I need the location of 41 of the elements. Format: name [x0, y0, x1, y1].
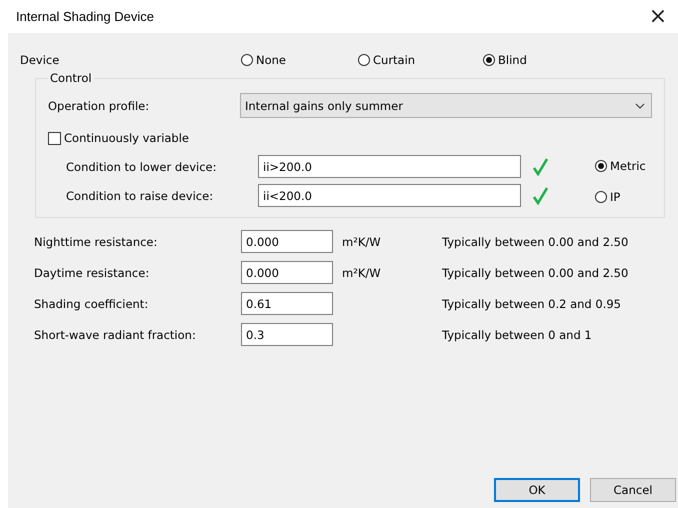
checkmark-icon	[533, 186, 548, 204]
close-button[interactable]: ×	[638, 0, 678, 32]
radio-icon[interactable]	[595, 190, 607, 202]
checkbox[interactable]	[48, 132, 61, 144]
value-field[interactable]: 0.61	[241, 292, 333, 315]
radio-option[interactable]: Metric	[595, 158, 646, 172]
unit-label: m²K/W	[342, 266, 381, 280]
radio-icon[interactable]	[483, 54, 495, 66]
hint-text: Typically between 0.00 and 2.50	[442, 234, 628, 248]
value-field[interactable]: 0.3	[241, 323, 333, 346]
condition-field[interactable]: ii>200.0	[258, 155, 521, 178]
dialog-button[interactable]: OK	[494, 478, 580, 502]
radio-option[interactable]: None	[241, 53, 358, 67]
field-label: Short-wave radiant fraction:	[34, 328, 197, 342]
radio-option[interactable]: Curtain	[358, 53, 483, 67]
hint-text: Typically between 0.00 and 2.50	[442, 266, 628, 280]
dialog-button[interactable]: Cancel	[590, 478, 676, 502]
field-label: Daytime resistance:	[34, 266, 150, 280]
hint-text: Typically between 0 and 1	[442, 328, 592, 342]
profile-dropdown[interactable]: Internal gains only summer	[240, 93, 652, 118]
window-title: Internal Shading Device	[16, 9, 154, 24]
field-label: Operation profile:	[48, 98, 150, 112]
condition-field[interactable]: ii<200.0	[258, 184, 521, 207]
checkbox-option[interactable]: Continuously variable	[48, 131, 652, 145]
value-field[interactable]: 0.000	[241, 261, 333, 284]
checkmark-icon	[533, 158, 548, 176]
chevron-down-icon	[635, 102, 645, 108]
radio-icon[interactable]	[241, 54, 253, 66]
radio-option[interactable]: IP	[595, 190, 646, 204]
hint-text: Typically between 0.2 and 0.95	[442, 296, 621, 310]
radio-icon[interactable]	[595, 160, 607, 172]
radio-icon[interactable]	[358, 54, 370, 66]
device-label: Device	[20, 53, 60, 67]
field-label: Nighttime resistance:	[34, 234, 158, 248]
value-field[interactable]: 0.000	[241, 230, 333, 253]
group-title: Control	[49, 71, 93, 85]
field-label: Condition to lower device:	[65, 160, 218, 174]
unit-label: m²K/W	[342, 234, 381, 248]
field-label: Condition to raise device:	[65, 188, 214, 202]
field-label: Shading coefficient:	[34, 296, 150, 310]
radio-option[interactable]: Blind	[483, 53, 608, 67]
